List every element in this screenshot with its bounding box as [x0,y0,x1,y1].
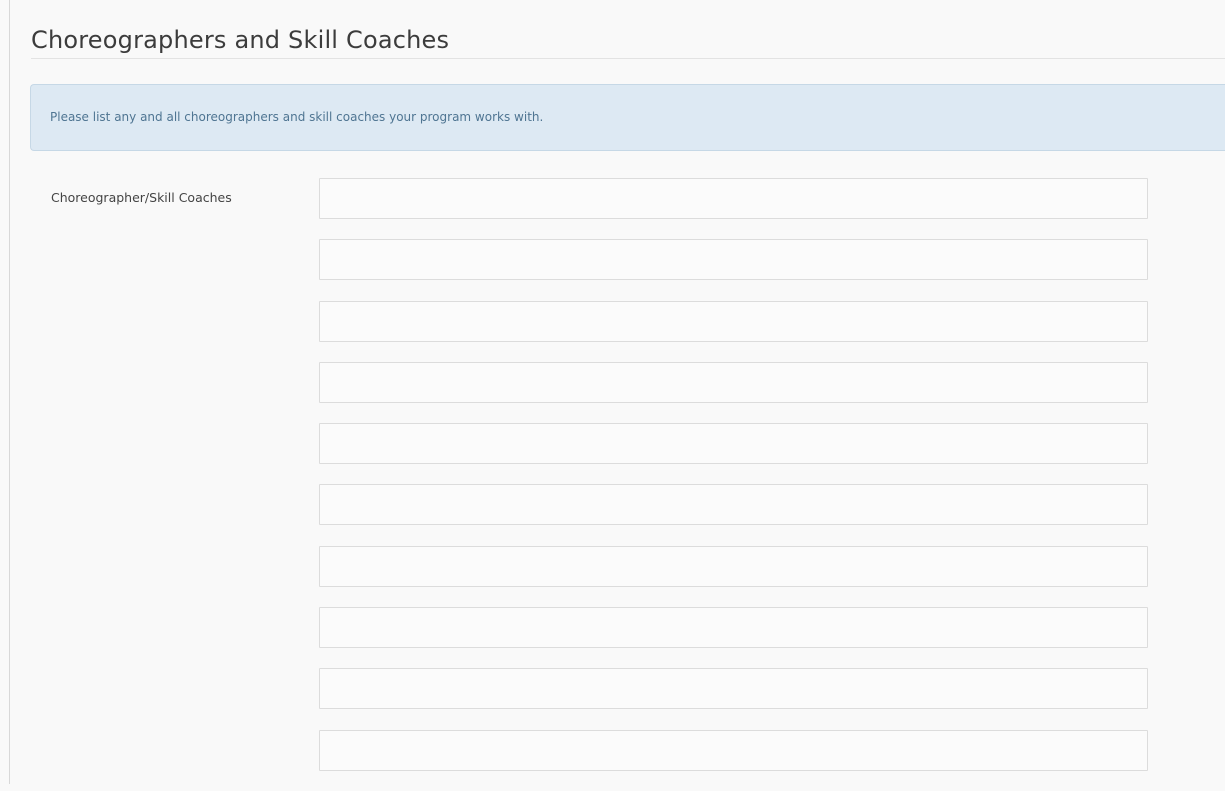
choreographer-input-5[interactable] [319,423,1148,465]
info-alert: Please list any and all choreographers a… [30,84,1225,151]
choreographer-field-label: Choreographer/Skill Coaches [51,190,232,205]
title-divider [31,58,1225,59]
info-alert-text: Please list any and all choreographers a… [50,110,544,124]
choreographer-input-9[interactable] [319,668,1148,710]
choreographer-input-6[interactable] [319,484,1148,526]
choreographer-input-10[interactable] [319,729,1148,771]
choreographer-input-1[interactable] [319,178,1148,219]
choreographer-inputs [319,178,1148,791]
choreographer-input-2[interactable] [319,239,1148,281]
choreographer-input-4[interactable] [319,361,1148,403]
left-border [9,0,10,784]
choreographer-input-7[interactable] [319,545,1148,587]
choreographer-input-8[interactable] [319,607,1148,649]
choreographer-input-3[interactable] [319,300,1148,342]
page-title: Choreographers and Skill Coaches [31,26,450,54]
